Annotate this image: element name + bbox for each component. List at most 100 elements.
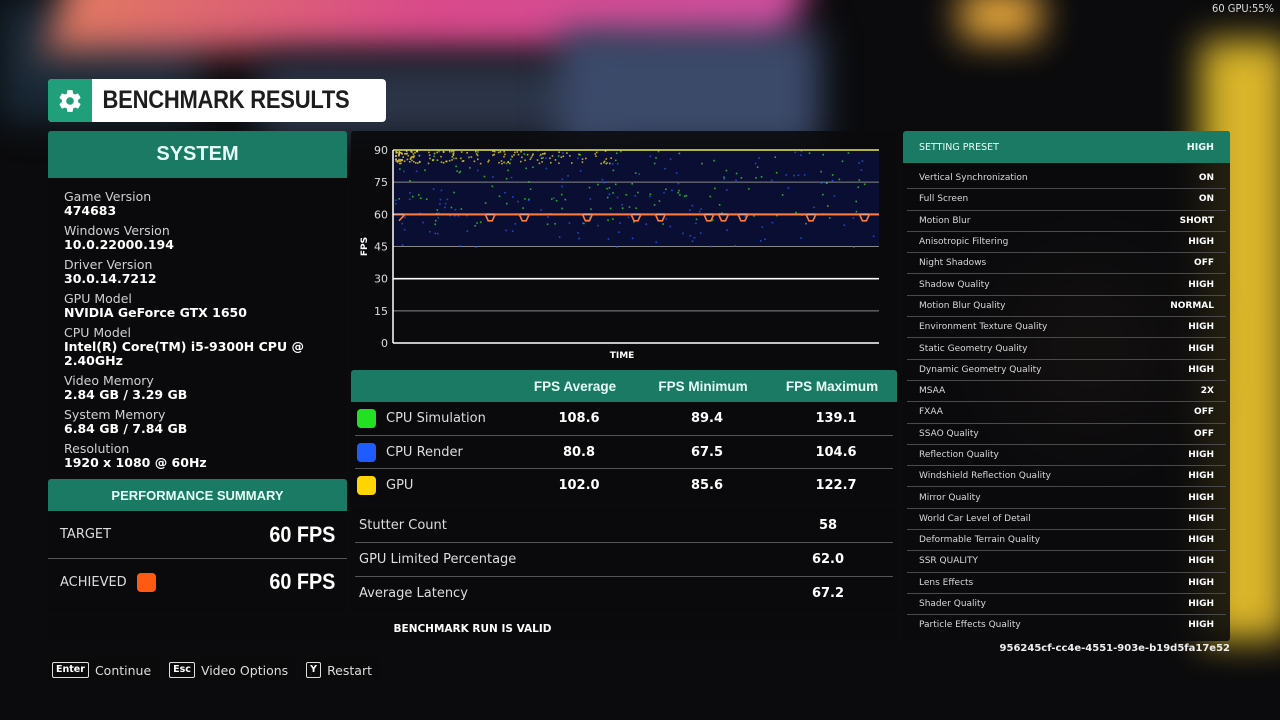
cpu-render-point (436, 232, 439, 235)
stat-row: GPU Limited Percentage 62.0 (355, 542, 893, 576)
cpu-render-point (562, 152, 564, 154)
cpu-simulation-point (678, 189, 680, 192)
footer-button-label: Restart (327, 662, 372, 678)
gpu-point (538, 162, 541, 165)
fps-table: FPS Average FPS Minimum FPS Maximum CPU … (351, 370, 897, 503)
gear-icon (48, 79, 92, 122)
cpu-render-point (793, 174, 795, 177)
setting-row: Shadow Quality HIGH (907, 273, 1226, 294)
cpu-render-point (758, 157, 760, 159)
gpu-point (514, 151, 516, 154)
gpu-point (600, 162, 602, 165)
gpu-point (497, 151, 500, 154)
cpu-render-point (401, 244, 404, 246)
cpu-simulation-point (433, 155, 435, 158)
gpu-point (581, 158, 584, 160)
gpu-point (395, 160, 397, 162)
cpu-simulation-point (808, 152, 811, 154)
gpu-point (395, 150, 398, 153)
cpu-simulation-point (805, 222, 807, 225)
footer-button-video-options[interactable]: Esc Video Options (165, 658, 297, 682)
system-info-label: System Memory (64, 407, 166, 422)
cpu-simulation-point (723, 176, 725, 179)
cpu-render-point (607, 238, 610, 240)
cpu-render-point (710, 245, 713, 248)
gpu-point (499, 151, 502, 153)
setting-label: Dynamic Geometry Quality (919, 364, 1042, 375)
cpu-simulation-point (469, 167, 471, 169)
setting-value: HIGH (1188, 535, 1214, 546)
cpu-render-point (601, 178, 604, 181)
y-tick-label: 60 (374, 208, 388, 221)
setting-value: HIGH (1188, 513, 1214, 524)
cpu-simulation-point (425, 198, 428, 200)
gpu-point (417, 162, 419, 164)
cpu-render-point (691, 240, 694, 243)
cpu-render-point (813, 206, 815, 209)
gpu-point (429, 157, 431, 160)
series-color-swatch (357, 409, 376, 428)
cpu-render-point (395, 203, 397, 205)
y-tick-label: 15 (374, 305, 388, 318)
y-tick-label: 0 (381, 337, 388, 350)
cpu-simulation-point (713, 159, 715, 162)
cpu-render-point (621, 203, 623, 206)
cpu-simulation-point (532, 166, 534, 169)
cpu-simulation-point (450, 206, 453, 209)
y-tick-label: 90 (374, 144, 388, 157)
gpu-point (395, 158, 397, 161)
system-info-item: Game Version 474683 (64, 190, 331, 218)
cpu-render-point (545, 157, 547, 160)
setting-label: World Car Level of Detail (919, 513, 1031, 524)
gpu-point (584, 157, 587, 160)
cpu-render-point (695, 222, 697, 225)
cpu-simulation-point (755, 176, 757, 179)
fps-avg-value: 102.0 (558, 477, 600, 493)
cpu-render-point (734, 245, 737, 247)
cpu-render-point (444, 202, 447, 205)
cpu-simulation-point (477, 151, 479, 153)
cpu-render-point (638, 173, 641, 175)
cpu-simulation-point (505, 162, 508, 165)
cpu-render-point (744, 215, 746, 218)
cpu-render-point (440, 189, 443, 192)
cpu-render-point (665, 217, 668, 220)
cpu-render-point (833, 195, 836, 197)
cpu-render-point (803, 174, 806, 176)
fps-min-value: 89.4 (690, 411, 724, 426)
gpu-point (603, 160, 606, 163)
cpu-simulation-point (476, 222, 478, 224)
cpu-simulation-point (614, 183, 617, 186)
cpu-simulation-point (855, 200, 857, 203)
setting-label: Anisotropic Filtering (919, 237, 1009, 248)
cpu-render-point (831, 179, 834, 182)
cpu-render-point (439, 203, 441, 205)
cpu-simulation-point (841, 160, 844, 163)
cpu-simulation-point (474, 224, 476, 227)
cpu-render-point (631, 237, 634, 240)
setting-value: SHORT (1179, 215, 1214, 226)
footer-button-restart[interactable]: Y Restart (302, 658, 380, 682)
gpu-point (411, 151, 413, 153)
gpu-point (440, 161, 443, 163)
setting-row: Mirror Quality HIGH (907, 486, 1226, 507)
setting-preset-header: SETTING PRESET HIGH (903, 131, 1230, 163)
achieved-row: ACHIEVED 60 FPS (48, 558, 347, 605)
gpu-point (558, 151, 560, 154)
cpu-simulation-point (855, 210, 858, 213)
system-panel: SYSTEM Game Version 474683 Windows Version… (48, 131, 347, 473)
setting-row: SSR QUALITY HIGH (907, 550, 1226, 571)
cpu-simulation-point (491, 185, 494, 188)
setting-label: Motion Blur Quality (919, 300, 1006, 311)
gpu-point (401, 153, 403, 155)
cpu-render-point (459, 245, 462, 247)
setting-row: Vertical Synchronization ON (907, 167, 1226, 188)
footer-button-continue[interactable]: Enter Continue (48, 658, 160, 682)
cpu-render-point (689, 235, 692, 237)
gpu-point (408, 160, 411, 163)
cpu-render-point (446, 198, 449, 201)
cpu-render-point (664, 167, 666, 170)
cpu-render-point (404, 216, 406, 219)
setting-label: Shader Quality (919, 599, 986, 610)
gpu-point (503, 150, 505, 153)
